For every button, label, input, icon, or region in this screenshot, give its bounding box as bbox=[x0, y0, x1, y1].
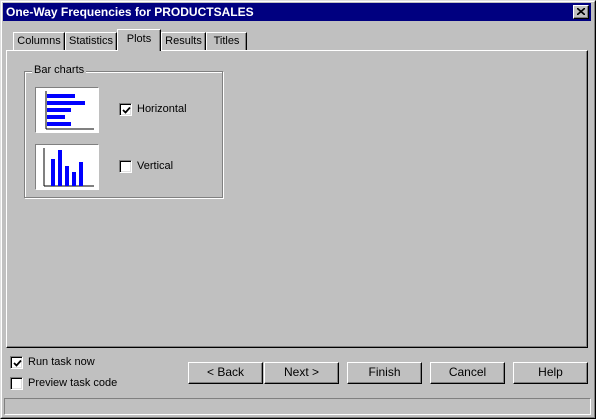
dialog-window: One-Way Frequencies for PRODUCTSALES Col… bbox=[0, 0, 596, 419]
title-bar[interactable]: One-Way Frequencies for PRODUCTSALES bbox=[3, 3, 591, 21]
help-button[interactable]: Help bbox=[513, 362, 588, 384]
tab-titles[interactable]: Titles bbox=[206, 32, 247, 50]
vertical-bar-chart-graphic bbox=[43, 148, 94, 187]
horizontal-bar-chart-graphic bbox=[45, 91, 94, 130]
next-button[interactable]: Next > bbox=[264, 362, 339, 384]
vertical-checkbox[interactable] bbox=[119, 160, 132, 173]
status-bar bbox=[4, 398, 591, 415]
finish-button[interactable]: Finish bbox=[347, 362, 422, 384]
horizontal-label[interactable]: Horizontal bbox=[137, 103, 187, 115]
tab-statistics[interactable]: Statistics bbox=[65, 32, 117, 50]
horizontal-checkbox[interactable] bbox=[119, 103, 132, 116]
horizontal-bar-chart-icon bbox=[35, 87, 99, 133]
vertical-label[interactable]: Vertical bbox=[137, 160, 173, 172]
back-button[interactable]: < Back bbox=[188, 362, 263, 384]
vertical-bar-chart-icon bbox=[35, 144, 99, 190]
close-icon bbox=[577, 8, 585, 15]
check-icon bbox=[122, 106, 131, 114]
preview-task-code-label[interactable]: Preview task code bbox=[28, 377, 117, 389]
run-task-now-checkbox[interactable] bbox=[10, 356, 23, 369]
window-title: One-Way Frequencies for PRODUCTSALES bbox=[6, 5, 254, 19]
bar-charts-legend: Bar charts bbox=[32, 64, 87, 76]
tab-plots[interactable]: Plots bbox=[117, 29, 161, 51]
preview-task-code-checkbox[interactable] bbox=[10, 377, 23, 390]
check-icon bbox=[13, 359, 22, 367]
cancel-button[interactable]: Cancel bbox=[430, 362, 505, 384]
tab-results[interactable]: Results bbox=[161, 32, 206, 50]
run-task-now-label[interactable]: Run task now bbox=[28, 356, 95, 368]
close-button[interactable] bbox=[573, 5, 589, 19]
tab-columns[interactable]: Columns bbox=[13, 32, 65, 50]
